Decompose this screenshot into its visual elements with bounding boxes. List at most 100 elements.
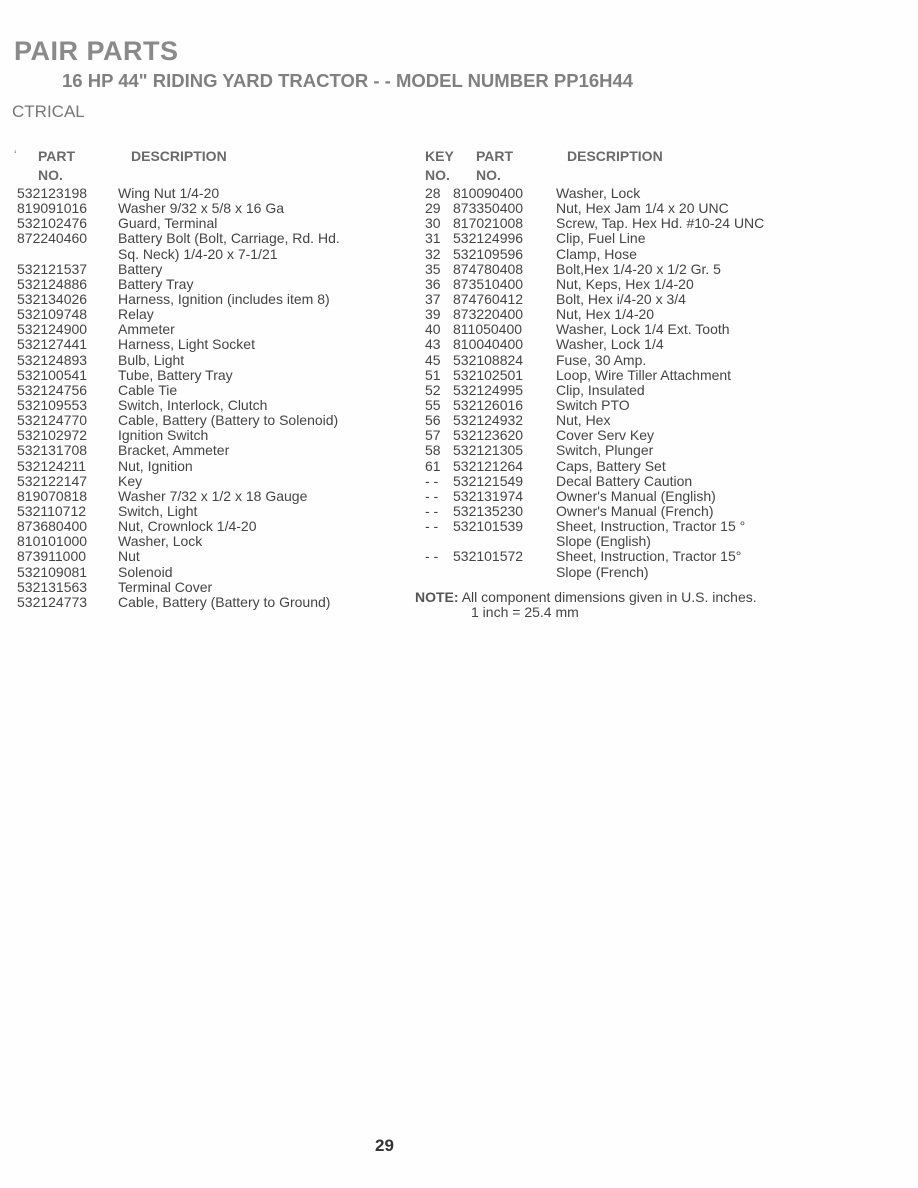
table-row: 51 532102501 Loop, Wire Tiller Attachment [425, 367, 865, 383]
part-description: Relay [118, 306, 154, 323]
table-row: - - 532121549 Decal Battery Caution [425, 472, 865, 489]
part-description: Tube, Battery Tray [118, 366, 233, 383]
table-row: 532124900 Ammeter [17, 322, 407, 337]
part-description: Terminal Cover [118, 578, 213, 595]
table-row: 532134026 Harness, Ignition (includes ite… [17, 290, 407, 307]
part-description: Caps, Battery Set [556, 457, 666, 474]
table-row: 43 810040400 Washer, Lock 1/4 [425, 337, 865, 352]
part-description: Fuse, 30 Amp. [556, 351, 647, 368]
part-no: 810040400 [453, 336, 524, 353]
table-row: 532131708 Bracket, Ammeter [17, 443, 407, 458]
key-no: 43 [425, 336, 441, 353]
part-description: Decal Battery Caution [556, 472, 693, 489]
part-no: 532127441 [17, 336, 88, 353]
table-row: 56 532124932 Nut, Hex [425, 412, 865, 428]
table-row: 532122147 Key [17, 473, 407, 489]
part-no: 810090400 [453, 185, 524, 201]
header-text: NO. [476, 167, 501, 183]
part-no: 532110712 [17, 502, 87, 519]
key-no: - - [425, 518, 439, 535]
part-description: Cover Serv Key [556, 427, 655, 444]
part-no: 532124996 [453, 230, 524, 247]
part-description: Sheet, Instruction, Tractor 15° [556, 548, 742, 565]
key-no: 32 [425, 245, 441, 262]
table-row-continuation: Slope (English) [425, 534, 865, 549]
part-description: Switch PTO [556, 396, 630, 413]
right-parts-list: 28 810090400 Washer, Lock 29 873350400 Nut, H… [425, 185, 865, 580]
part-no: 532134026 [17, 290, 88, 307]
part-no: 532121537 [17, 260, 88, 277]
part-no: 532131563 [17, 578, 88, 595]
key-no: 36 [425, 275, 441, 292]
key-no: 57 [425, 427, 441, 444]
key-no: - - [425, 487, 439, 504]
part-description: Switch, Interlock, Clutch [118, 396, 268, 413]
right-header-key-no: KEY NO. [425, 147, 454, 185]
table-row: 532124756 Cable Tie [17, 381, 407, 398]
part-description: Nut, Hex Jam 1/4 x 20 UNC [556, 200, 729, 217]
table-row: 532127441 Harness, Light Socket [17, 337, 407, 352]
table-row-continuation: Slope (French) [425, 564, 865, 580]
header-text: PART [38, 148, 76, 164]
note-label: NOTE: [415, 589, 459, 605]
key-no: 61 [425, 457, 441, 474]
key-no: 29 [425, 200, 441, 217]
part-description: Owner's Manual (English) [556, 487, 716, 504]
part-no: 873350400 [453, 200, 524, 217]
part-description: Owner's Manual (French) [556, 502, 714, 519]
document-page: PAIR PARTS 16 HP 44" RIDING YARD TRACTOR… [0, 0, 918, 1188]
part-description: Ignition Switch [118, 427, 209, 444]
table-row: 532123198 Wing Nut 1/4-20 [17, 185, 407, 201]
part-no: 874760412 [453, 290, 524, 307]
part-no: 532131974 [453, 487, 524, 504]
key-no: 39 [425, 306, 441, 323]
part-no: 532109553 [17, 396, 88, 413]
key-no: - - [425, 548, 439, 565]
part-description: Bracket, Ammeter [118, 442, 230, 459]
part-description: Battery Bolt (Bolt, Carriage, Rd. Hd. [118, 230, 340, 247]
table-row: 532110712 Switch, Light [17, 502, 407, 519]
part-no: 819070818 [17, 487, 88, 504]
page-subtitle: 16 HP 44" RIDING YARD TRACTOR - - MODEL … [62, 70, 634, 91]
part-no: 532124893 [17, 351, 88, 368]
table-row: 532121537 Battery [17, 260, 407, 277]
table-row: - - 532101539 Sheet, Instruction, Tractor … [425, 518, 865, 535]
table-row: 58 532121305 Switch, Plunger [425, 443, 865, 458]
note: NOTE: All component dimensions given in … [415, 590, 757, 620]
right-header-part-no: PART NO. [476, 147, 513, 185]
part-description: Switch, Light [118, 502, 198, 519]
key-no: - - [425, 502, 439, 519]
key-no: 45 [425, 351, 441, 368]
table-row: 532124773 Cable, Battery (Battery to Grou… [17, 593, 407, 610]
part-description: Harness, Light Socket [118, 336, 255, 353]
part-no: 532124995 [453, 381, 524, 398]
part-no: 532109081 [17, 563, 88, 580]
part-description: Screw, Tap. Hex Hd. #10-24 UNC [556, 215, 765, 232]
part-no: 872240460 [17, 230, 88, 247]
part-no: 532102476 [17, 215, 88, 232]
part-no: 532124770 [17, 412, 88, 429]
part-no: 532100541 [17, 366, 88, 383]
part-description: Switch, Plunger [556, 442, 654, 459]
left-header-description: DESCRIPTION [131, 148, 227, 164]
part-no: 532135230 [453, 502, 524, 519]
table-row: 36 873510400 Nut, Keps, Hex 1/4-20 [425, 275, 865, 292]
table-row: - - 532131974 Owner's Manual (English) [425, 487, 865, 504]
part-no: 873220400 [453, 306, 524, 323]
part-no: 819091016 [17, 200, 88, 217]
table-row: 39 873220400 Nut, Hex 1/4-20 [425, 306, 865, 323]
part-no: 532124773 [17, 593, 88, 610]
part-no: 532109748 [17, 306, 88, 323]
part-no: 532101539 [453, 518, 524, 535]
key-no: - - [425, 472, 439, 489]
table-row: 873911000 Nut [17, 549, 407, 564]
header-text: PART [476, 148, 514, 164]
table-row: 29 873350400 Nut, Hex Jam 1/4 x 20 UNC [425, 200, 865, 217]
left-header-part-no: PART NO. [38, 147, 75, 185]
table-row: 57 532123620 Cover Serv Key [425, 428, 865, 443]
key-no: 52 [425, 381, 441, 398]
part-no: 532124756 [17, 381, 88, 398]
part-no: 817021008 [453, 215, 524, 232]
part-description: Bulb, Light [118, 351, 185, 368]
table-row: 30 817021008 Screw, Tap. Hex Hd. #10-24 UN… [425, 216, 865, 231]
